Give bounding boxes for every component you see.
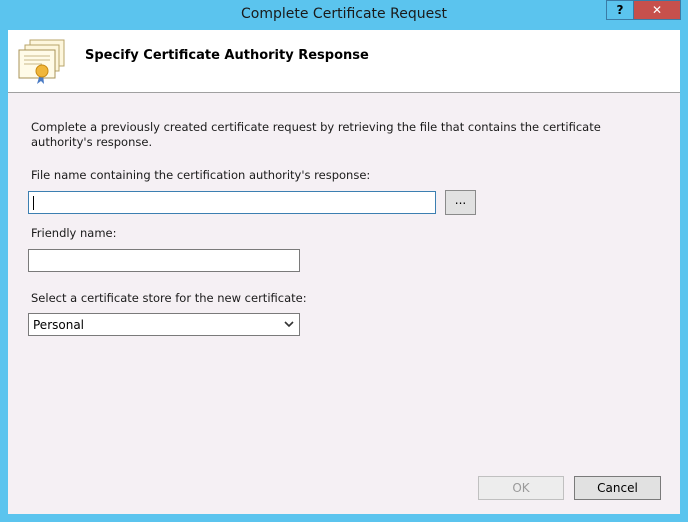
certificate-store-value: Personal [33, 318, 85, 332]
dialog-window: Complete Certificate Request ? ✕ Specify… [0, 0, 688, 522]
help-button[interactable]: ? [606, 0, 634, 20]
certificate-icon [18, 39, 65, 84]
ok-button[interactable]: OK [478, 476, 564, 500]
friendly-name-input[interactable] [28, 249, 300, 272]
window-title: Complete Certificate Request [241, 6, 447, 22]
chevron-down-icon [284, 321, 294, 328]
certificate-store-select[interactable]: Personal [28, 313, 300, 336]
file-name-input[interactable] [28, 191, 436, 214]
certificate-store-label: Select a certificate store for the new c… [31, 291, 307, 305]
text-caret [33, 196, 34, 210]
browse-button[interactable]: ... [445, 190, 476, 215]
friendly-name-label: Friendly name: [31, 226, 117, 240]
close-button[interactable]: ✕ [633, 0, 681, 20]
title-bar[interactable]: Complete Certificate Request ? ✕ [0, 0, 688, 30]
dialog-content: Specify Certificate Authority Response C… [8, 30, 680, 514]
intro-text: Complete a previously created certificat… [31, 120, 601, 149]
file-name-label: File name containing the certification a… [31, 168, 371, 182]
cancel-button[interactable]: Cancel [574, 476, 661, 500]
page-title: Specify Certificate Authority Response [85, 48, 369, 63]
header-band: Specify Certificate Authority Response [8, 30, 680, 93]
